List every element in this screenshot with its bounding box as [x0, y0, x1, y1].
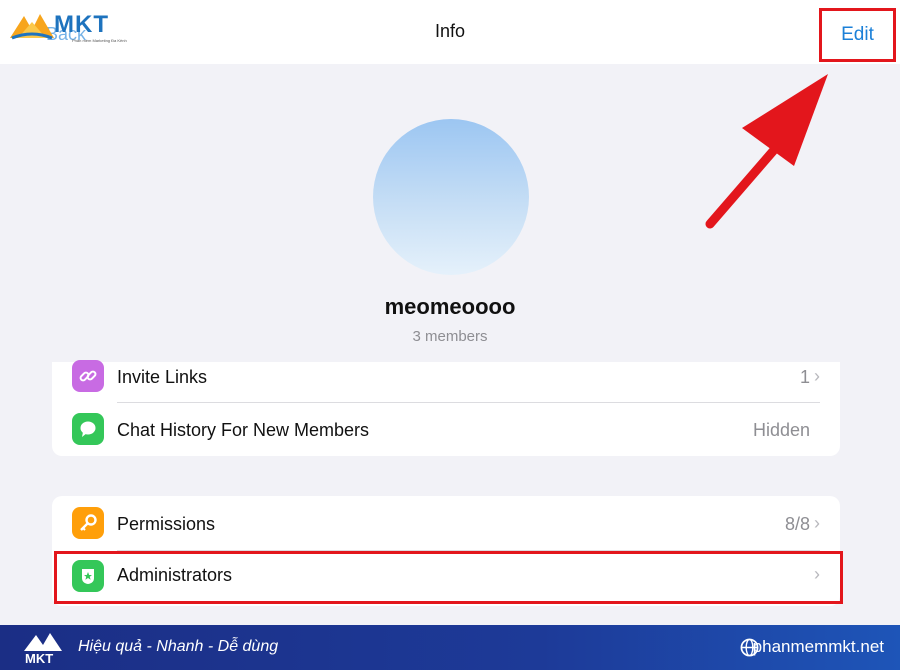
permissions-label: Permissions — [117, 514, 216, 534]
navigation-bar: Back MKT Phần mềm Marketing Đa Kênh Info… — [0, 0, 900, 64]
mkt-footer-logo-icon: MKT — [24, 633, 62, 666]
chevron-right-icon: › — [814, 366, 820, 386]
permissions-count: 8/8 — [784, 514, 810, 534]
link-icon — [72, 360, 104, 392]
invite-links-row[interactable]: Invite Links 1 › — [52, 350, 840, 402]
edit-highlight-box: Edit — [819, 8, 896, 62]
member-count: 3 members — [412, 328, 488, 345]
administrators-highlight-box — [54, 551, 843, 604]
permissions-row[interactable]: Permissions 8/8 › — [52, 496, 840, 548]
group-name: meomeoooo — [384, 294, 516, 319]
group-avatar[interactable] — [373, 119, 529, 275]
chat-bubble-icon — [72, 413, 104, 445]
chat-history-label: Chat History For New Members — [117, 420, 370, 440]
links-settings-group: Invite Links 1 › Chat History For New Me… — [52, 360, 840, 456]
footer-slogan: Hiệu quả - Nhanh - Dễ dùng — [78, 638, 279, 655]
footer-logo-text: MKT — [25, 651, 53, 666]
edit-button[interactable]: Edit — [822, 24, 893, 46]
annotation-arrow-icon — [705, 74, 828, 229]
invite-links-count: 1 — [799, 367, 810, 387]
key-icon — [72, 507, 104, 539]
chat-history-row[interactable]: Chat History For New Members Hidden — [52, 403, 840, 455]
chat-history-value: Hidden — [752, 420, 810, 440]
footer-website-link[interactable]: phanmemmkt.net — [753, 637, 884, 657]
footer-banner: MKT Hiệu quả - Nhanh - Dễ dùng phanmemmk… — [0, 625, 900, 670]
page-title: Info — [434, 21, 466, 41]
invite-links-label: Invite Links — [117, 367, 208, 387]
chevron-right-icon: › — [814, 513, 820, 533]
